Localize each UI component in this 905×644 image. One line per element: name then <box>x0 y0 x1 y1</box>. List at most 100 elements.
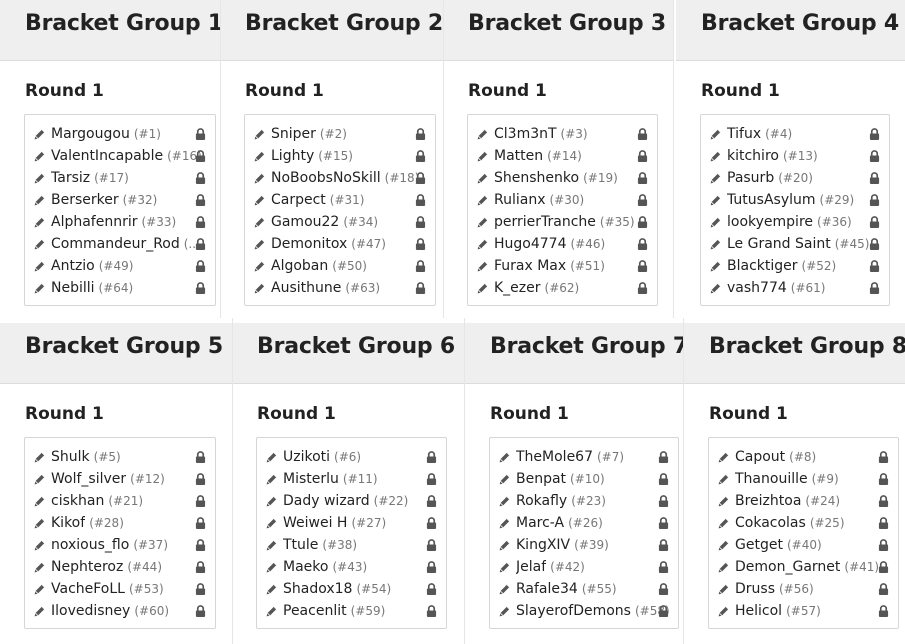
player-row[interactable]: Alphafennrir (#33) <box>33 211 209 233</box>
player-row[interactable]: Carpect (#31) <box>253 189 429 211</box>
player-row[interactable]: Breizhtoa (#24) <box>717 490 892 512</box>
pencil-edit-icon[interactable] <box>717 517 730 530</box>
player-row[interactable]: Margougou (#1) <box>33 123 209 145</box>
lock-icon[interactable] <box>878 561 889 573</box>
lock-icon[interactable] <box>878 473 889 485</box>
pencil-edit-icon[interactable] <box>498 451 511 464</box>
pencil-edit-icon[interactable] <box>717 539 730 552</box>
pencil-edit-icon[interactable] <box>717 605 730 618</box>
pencil-edit-icon[interactable] <box>265 561 278 574</box>
pencil-edit-icon[interactable] <box>476 128 489 141</box>
pencil-edit-icon[interactable] <box>476 150 489 163</box>
player-row[interactable]: Hugo4774 (#46) <box>476 233 651 255</box>
player-row[interactable]: Matten (#14) <box>476 145 651 167</box>
lock-icon[interactable] <box>415 150 426 162</box>
player-row[interactable]: noxious_flo (#37) <box>33 534 209 556</box>
lock-icon[interactable] <box>415 216 426 228</box>
lock-icon[interactable] <box>195 583 206 595</box>
lock-icon[interactable] <box>869 172 880 184</box>
pencil-edit-icon[interactable] <box>498 473 511 486</box>
lock-icon[interactable] <box>658 473 669 485</box>
player-row[interactable]: Getget (#40) <box>717 534 892 556</box>
pencil-edit-icon[interactable] <box>717 473 730 486</box>
lock-icon[interactable] <box>426 473 437 485</box>
pencil-edit-icon[interactable] <box>265 473 278 486</box>
lock-icon[interactable] <box>195 517 206 529</box>
lock-icon[interactable] <box>878 583 889 595</box>
pencil-edit-icon[interactable] <box>33 238 46 251</box>
pencil-edit-icon[interactable] <box>709 238 722 251</box>
pencil-edit-icon[interactable] <box>498 495 511 508</box>
lock-icon[interactable] <box>195 238 206 250</box>
lock-icon[interactable] <box>195 561 206 573</box>
lock-icon[interactable] <box>637 238 648 250</box>
lock-icon[interactable] <box>658 451 669 463</box>
player-row[interactable]: lookyempire (#36) <box>709 211 883 233</box>
player-row[interactable]: Lighty (#15) <box>253 145 429 167</box>
player-row[interactable]: Demon_Garnet (#41) <box>717 556 892 578</box>
lock-icon[interactable] <box>869 260 880 272</box>
lock-icon[interactable] <box>658 517 669 529</box>
lock-icon[interactable] <box>869 216 880 228</box>
player-row[interactable]: Dady wizard (#22) <box>265 490 440 512</box>
player-row[interactable]: Druss (#56) <box>717 578 892 600</box>
lock-icon[interactable] <box>869 128 880 140</box>
pencil-edit-icon[interactable] <box>253 216 266 229</box>
lock-icon[interactable] <box>426 561 437 573</box>
lock-icon[interactable] <box>195 451 206 463</box>
lock-icon[interactable] <box>195 128 206 140</box>
pencil-edit-icon[interactable] <box>476 282 489 295</box>
player-row[interactable]: Algoban (#50) <box>253 255 429 277</box>
pencil-edit-icon[interactable] <box>498 605 511 618</box>
player-row[interactable]: Maeko (#43) <box>265 556 440 578</box>
lock-icon[interactable] <box>637 128 648 140</box>
player-row[interactable]: Berserker (#32) <box>33 189 209 211</box>
player-row[interactable]: Shulk (#5) <box>33 446 209 468</box>
player-row[interactable]: Uzikoti (#6) <box>265 446 440 468</box>
player-row[interactable]: NoBoobsNoSkill (#18) <box>253 167 429 189</box>
player-row[interactable]: Le Grand Saint (#45) <box>709 233 883 255</box>
lock-icon[interactable] <box>637 282 648 294</box>
player-row[interactable]: Benpat (#10) <box>498 468 672 490</box>
player-row[interactable]: Rulianx (#30) <box>476 189 651 211</box>
lock-icon[interactable] <box>415 172 426 184</box>
player-row[interactable]: Ausithune (#63) <box>253 277 429 299</box>
pencil-edit-icon[interactable] <box>709 128 722 141</box>
player-row[interactable]: Demonitox (#47) <box>253 233 429 255</box>
lock-icon[interactable] <box>195 473 206 485</box>
pencil-edit-icon[interactable] <box>33 194 46 207</box>
pencil-edit-icon[interactable] <box>265 605 278 618</box>
pencil-edit-icon[interactable] <box>33 128 46 141</box>
player-row[interactable]: Capout (#8) <box>717 446 892 468</box>
player-row[interactable]: Marc-A (#26) <box>498 512 672 534</box>
pencil-edit-icon[interactable] <box>476 216 489 229</box>
player-row[interactable]: TutusAsylum (#29) <box>709 189 883 211</box>
pencil-edit-icon[interactable] <box>253 238 266 251</box>
player-row[interactable]: Weiwei H (#27) <box>265 512 440 534</box>
lock-icon[interactable] <box>195 539 206 551</box>
pencil-edit-icon[interactable] <box>476 238 489 251</box>
pencil-edit-icon[interactable] <box>498 539 511 552</box>
pencil-edit-icon[interactable] <box>33 451 46 464</box>
player-row[interactable]: Misterlu (#11) <box>265 468 440 490</box>
pencil-edit-icon[interactable] <box>709 172 722 185</box>
lock-icon[interactable] <box>415 238 426 250</box>
pencil-edit-icon[interactable] <box>476 172 489 185</box>
player-row[interactable]: Nebilli (#64) <box>33 277 209 299</box>
player-row[interactable]: Antzio (#49) <box>33 255 209 277</box>
pencil-edit-icon[interactable] <box>33 216 46 229</box>
player-row[interactable]: Cl3m3nT (#3) <box>476 123 651 145</box>
player-row[interactable]: Jelaf (#42) <box>498 556 672 578</box>
pencil-edit-icon[interactable] <box>709 194 722 207</box>
lock-icon[interactable] <box>195 605 206 617</box>
player-row[interactable]: Shadox18 (#54) <box>265 578 440 600</box>
lock-icon[interactable] <box>637 150 648 162</box>
pencil-edit-icon[interactable] <box>476 194 489 207</box>
pencil-edit-icon[interactable] <box>498 583 511 596</box>
player-row[interactable]: Ttule (#38) <box>265 534 440 556</box>
pencil-edit-icon[interactable] <box>717 561 730 574</box>
pencil-edit-icon[interactable] <box>253 282 266 295</box>
player-row[interactable]: Shenshenko (#19) <box>476 167 651 189</box>
lock-icon[interactable] <box>415 260 426 272</box>
pencil-edit-icon[interactable] <box>33 583 46 596</box>
